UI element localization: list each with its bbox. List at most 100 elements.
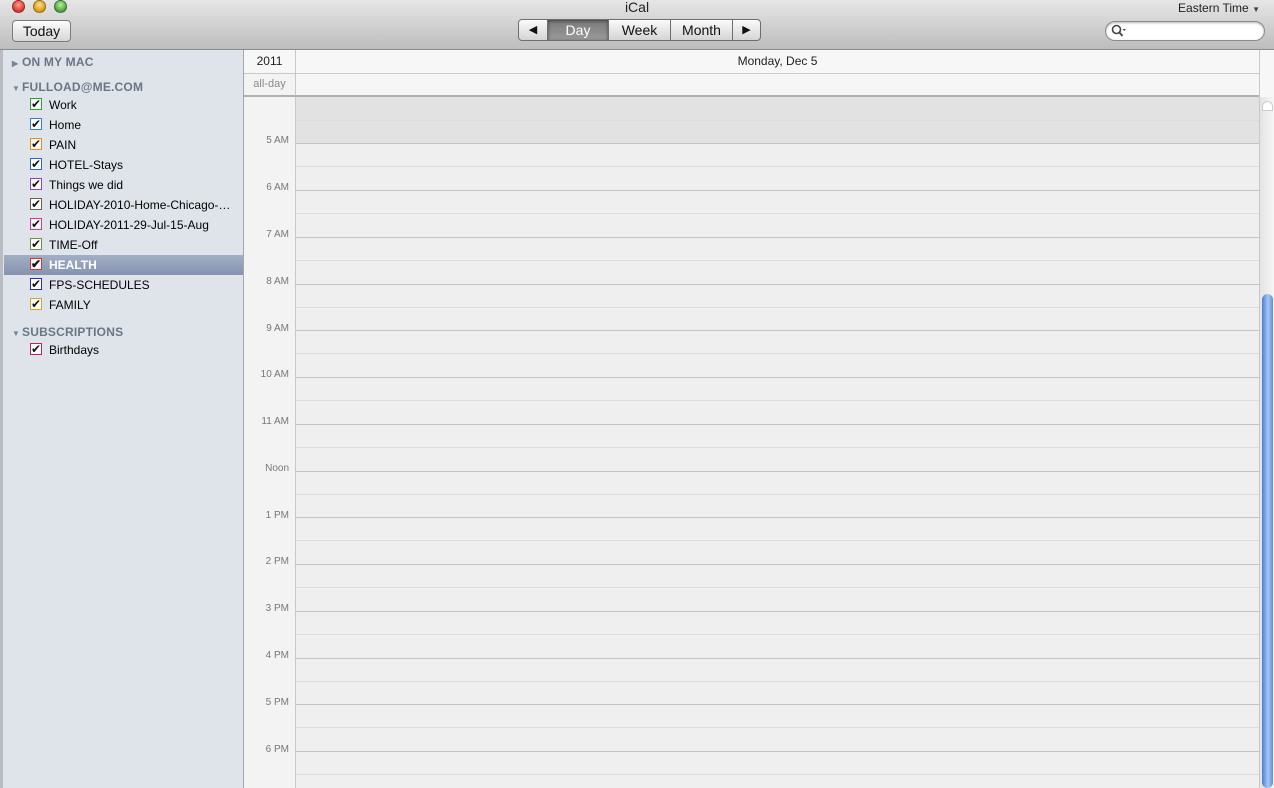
tab-day[interactable]: Day: [547, 19, 609, 41]
calendar-label: Home: [49, 118, 82, 132]
half-hour-line: [296, 540, 1259, 541]
hour-line: [296, 284, 1259, 285]
half-hour-line: [296, 166, 1259, 167]
disclosure-down-icon[interactable]: ▼: [12, 329, 22, 338]
hour-line: [296, 424, 1259, 425]
group-on-my-mac[interactable]: ▶ ON MY MAC: [12, 55, 94, 69]
calendar-label: FPS-SCHEDULES: [49, 278, 150, 292]
calendar-checkbox[interactable]: [30, 214, 42, 234]
hour-line: [296, 704, 1259, 705]
tab-month[interactable]: Month: [670, 19, 733, 41]
next-arrow-icon[interactable]: ▶: [732, 19, 761, 41]
scrollbar-track-cap: [1262, 101, 1273, 111]
hour-label: 7 AM: [266, 229, 289, 240]
hour-label: 5 PM: [265, 697, 289, 708]
sidebar-item-birthdays[interactable]: Birthdays: [4, 339, 243, 360]
half-hour-line: [296, 213, 1259, 214]
day-view: 2011 Monday, Dec 5 all-day 5 AM 6 AM 7 A…: [244, 50, 1274, 788]
half-hour-line: [296, 587, 1259, 588]
hour-label: 10 AM: [260, 369, 289, 380]
calendar-label: HOLIDAY-2010-Home-Chicago-…: [49, 198, 231, 212]
hour-label: 4 PM: [265, 650, 289, 661]
half-hour-line: [296, 400, 1259, 401]
sidebar-item-work[interactable]: Work: [4, 94, 243, 115]
calendar-checkbox[interactable]: [30, 194, 42, 214]
calendar-checkbox[interactable]: [30, 94, 42, 114]
half-hour-line: [296, 307, 1259, 308]
sidebar-item-hotel-stays[interactable]: HOTEL-Stays: [4, 154, 243, 175]
hour-label: 11 AM: [261, 416, 289, 427]
calendar-label: HOTEL-Stays: [49, 158, 124, 172]
group-label: FULLOAD@ME.COM: [22, 80, 144, 94]
group-subscriptions[interactable]: ▼ SUBSCRIPTIONS: [12, 325, 123, 339]
half-hour-line: [296, 681, 1259, 682]
half-hour-line: [296, 260, 1259, 261]
allday-row[interactable]: [296, 74, 1259, 97]
year-label: 2011: [244, 50, 296, 74]
calendar-checkbox[interactable]: [30, 274, 42, 294]
time-gutter: 5 AM 6 AM 7 AM 8 AM 9 AM 10 AM 11 AM Noo…: [244, 97, 296, 788]
search-icon: [1111, 24, 1126, 37]
hour-line: [296, 471, 1259, 472]
header-corner: [1259, 50, 1274, 97]
calendar-checkbox[interactable]: [30, 134, 42, 154]
sidebar-item-pain[interactable]: PAIN: [4, 134, 243, 155]
sidebar-item-holiday-2010[interactable]: HOLIDAY-2010-Home-Chicago-…: [4, 194, 243, 215]
disclosure-down-icon[interactable]: ▼: [12, 84, 22, 93]
hour-line: [296, 237, 1259, 238]
calendar-checkbox[interactable]: [30, 174, 42, 194]
calendar-label: Work: [49, 98, 77, 112]
hour-label: 1 PM: [265, 510, 289, 521]
calendar-list-sidebar: ▶ON MY MAC ▼FULLOAD@ME.COM Work Home PAI…: [0, 50, 244, 788]
search-input[interactable]: [1130, 23, 1264, 41]
sidebar-item-things-we-did[interactable]: Things we did: [4, 174, 243, 195]
today-button[interactable]: Today: [12, 20, 71, 42]
group-label: SUBSCRIPTIONS: [22, 325, 124, 339]
toolbar: iCal Today ◀ Day Week Month ▶ Eastern Ti…: [0, 0, 1274, 50]
scrollbar-thumb[interactable]: [1262, 294, 1273, 788]
calendar-checkbox[interactable]: [30, 254, 42, 274]
allday-label: all-day: [244, 74, 296, 97]
hour-label: 6 PM: [265, 744, 289, 755]
window-title: iCal: [624, 0, 650, 15]
sidebar-item-health[interactable]: HEALTH: [4, 254, 243, 275]
half-hour-line: [296, 774, 1259, 775]
calendar-checkbox[interactable]: [30, 234, 42, 254]
hour-grid[interactable]: [296, 97, 1259, 788]
timezone-label: Eastern Time: [1178, 1, 1249, 15]
sidebar-item-fps-schedules[interactable]: FPS-SCHEDULES: [4, 274, 243, 295]
hour-line: [296, 611, 1259, 612]
chevron-down-icon: ▼: [1252, 5, 1260, 14]
search-field[interactable]: [1105, 21, 1265, 41]
hour-label: 3 PM: [265, 603, 289, 614]
half-hour-line: [296, 353, 1259, 354]
vertical-scrollbar[interactable]: [1259, 97, 1274, 788]
hour-line: [296, 143, 1259, 144]
hour-line: [296, 658, 1259, 659]
disclosure-right-icon[interactable]: ▶: [12, 59, 22, 68]
half-hour-line: [296, 494, 1259, 495]
group-fulload-me-com[interactable]: ▼ FULLOAD@ME.COM: [12, 80, 143, 94]
calendar-label: PAIN: [49, 138, 77, 152]
half-hour-line: [296, 447, 1259, 448]
calendar-label: Birthdays: [49, 343, 100, 357]
calendar-label: HEALTH: [49, 258, 97, 272]
sidebar-item-holiday-2011[interactable]: HOLIDAY-2011-29-Jul-15-Aug: [4, 214, 243, 235]
tab-week[interactable]: Week: [608, 19, 671, 41]
sidebar-item-family[interactable]: FAMILY: [4, 294, 243, 315]
calendar-checkbox[interactable]: [30, 294, 42, 314]
hour-label: 2 PM: [265, 556, 289, 567]
calendar-checkbox[interactable]: [30, 154, 42, 174]
hour-line: [296, 330, 1259, 331]
hour-label: 9 AM: [266, 323, 289, 334]
calendar-checkbox[interactable]: [30, 339, 42, 359]
sidebar-edge: [0, 50, 3, 788]
sidebar-item-time-off[interactable]: TIME-Off: [4, 234, 243, 255]
calendar-checkbox[interactable]: [30, 114, 42, 134]
previous-arrow-icon[interactable]: ◀: [518, 19, 548, 41]
calendar-label: FAMILY: [49, 298, 91, 312]
half-hour-line: [296, 634, 1259, 635]
hour-line: [296, 751, 1259, 752]
timezone-menu[interactable]: Eastern Time ▼: [1178, 1, 1260, 15]
sidebar-item-home[interactable]: Home: [4, 114, 243, 135]
